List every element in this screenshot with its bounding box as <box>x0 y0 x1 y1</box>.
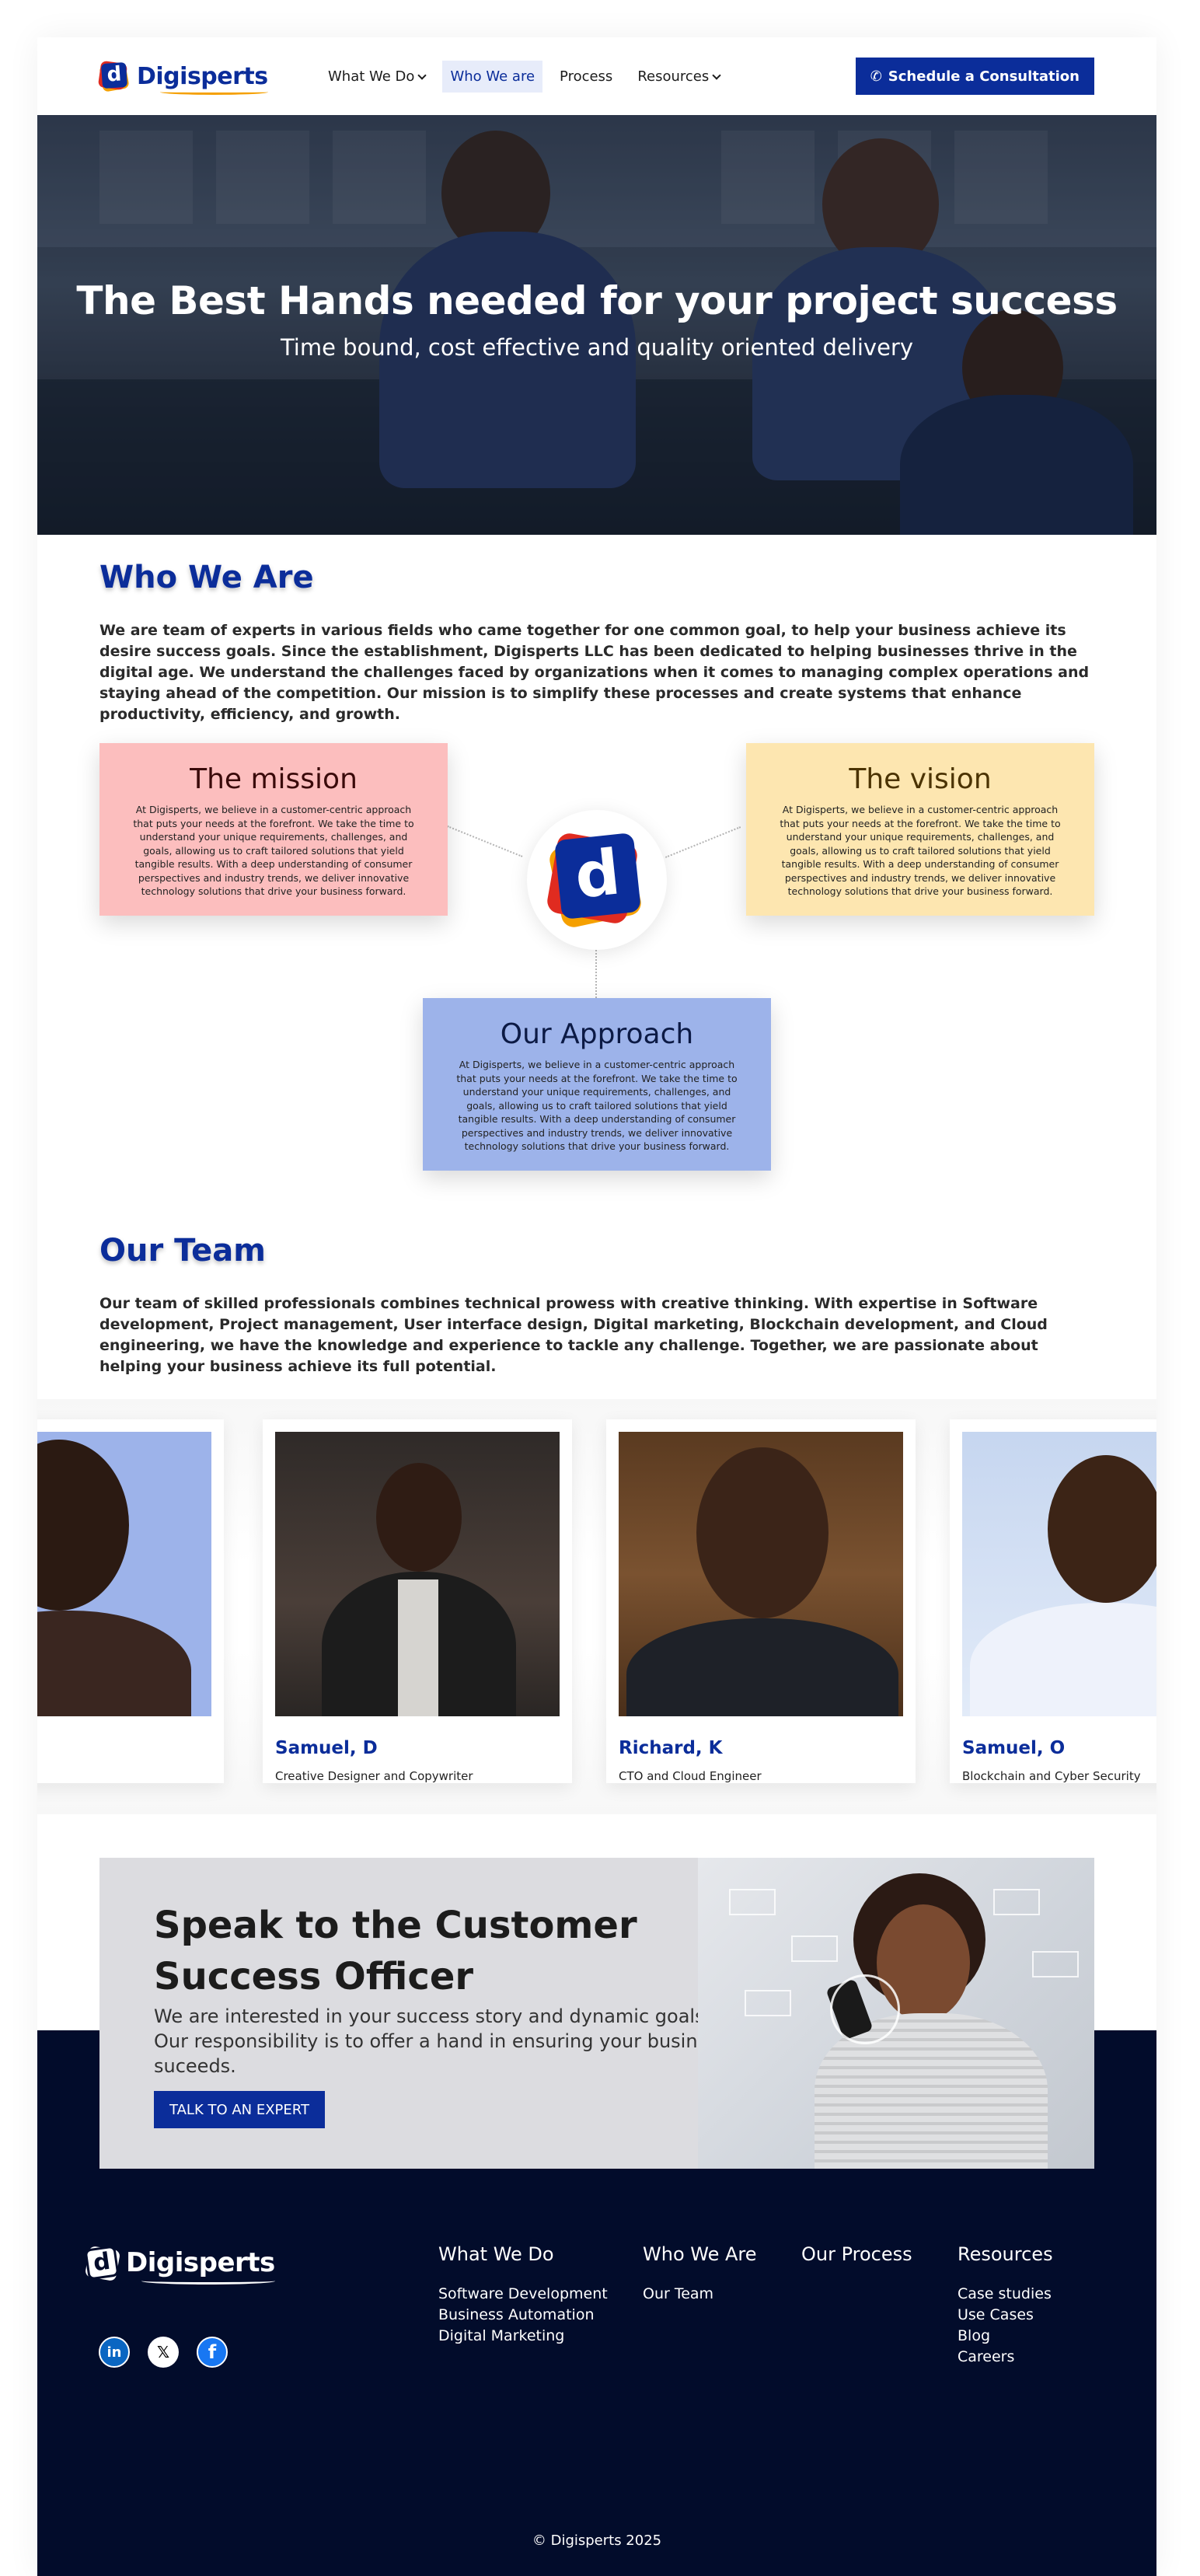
cta-photo <box>698 1858 1094 2169</box>
footer-link[interactable]: Blog <box>958 2326 1053 2347</box>
linkedin-icon[interactable]: in <box>99 2337 130 2368</box>
footer-link[interactable]: Case studies <box>958 2284 1053 2305</box>
team-member-photo <box>619 1432 903 1716</box>
footer-link[interactable]: Software Development <box>438 2284 608 2305</box>
nav-item-label: What We Do <box>328 68 415 85</box>
chevron-down-icon <box>712 70 721 80</box>
team-carousel[interactable]: er and CSO Samuel, D Creative Designer a… <box>37 1399 1156 1814</box>
our-team-text: Our team of skilled professionals combin… <box>99 1295 1048 1375</box>
team-member-role: CTO and Cloud Engineer <box>619 1769 762 1783</box>
mission-text: At Digisperts, we believe in a customer-… <box>133 804 414 897</box>
talk-to-expert-button[interactable]: TALK TO AN EXPERT <box>154 2091 325 2128</box>
footer-link[interactable]: Digital Marketing <box>438 2326 608 2347</box>
chevron-down-icon <box>417 70 427 80</box>
mission-title: The mission <box>190 763 358 795</box>
nav-item-resources[interactable]: Resources <box>630 61 727 92</box>
cta-title: Speak to the Customer Success Officer <box>154 1904 637 1998</box>
who-we-are-text: We are team of experts in various fields… <box>99 622 1090 723</box>
nav-item-label: Who We are <box>450 68 535 85</box>
approach-text: At Digisperts, we believe in a customer-… <box>456 1059 738 1152</box>
facebook-icon[interactable]: f <box>197 2337 228 2368</box>
schedule-consultation-button[interactable]: ✆ Schedule a Consultation <box>855 58 1094 95</box>
nav-menu: What We Do Who We are Process Resources <box>320 61 727 92</box>
hero-banner: The Best Hands needed for your project s… <box>37 115 1156 535</box>
phone-icon: ✆ <box>870 68 882 85</box>
nav-item-who-we-are[interactable]: Who We are <box>442 61 543 92</box>
cta-banner: Speak to the Customer Success Officer We… <box>99 1858 1094 2169</box>
team-member-card[interactable]: er and CSO <box>37 1419 224 1783</box>
footer-logo[interactable]: d Digisperts <box>84 2245 275 2285</box>
team-member-card[interactable]: Samuel, D Creative Designer and Copywrit… <box>263 1419 572 1783</box>
top-navigation: d Digisperts What We Do Who We are Proce… <box>37 37 1156 115</box>
footer-column-title: What We Do <box>438 2243 554 2265</box>
team-member-photo <box>37 1432 211 1716</box>
nav-item-what-we-do[interactable]: What We Do <box>320 61 433 92</box>
copyright: © Digisperts 2025 <box>532 2532 662 2549</box>
brand-name: Digisperts <box>137 62 268 95</box>
footer-column-what-we-do: What We Do Software Development Business… <box>438 2243 608 2347</box>
who-we-are-title: Who We Are <box>99 560 314 595</box>
logo-mark-icon: d <box>84 2245 121 2282</box>
nav-item-process[interactable]: Process <box>552 61 620 92</box>
vision-card: The vision At Digisperts, we believe in … <box>746 743 1094 916</box>
center-logo-icon: d <box>527 810 667 950</box>
footer-link[interactable]: Our Team <box>643 2284 757 2305</box>
nav-item-label: Resources <box>637 68 710 85</box>
team-member-photo <box>962 1432 1156 1716</box>
footer-brand-name: Digisperts <box>126 2247 275 2285</box>
footer-column-our-process: Our Process <box>801 2243 912 2284</box>
footer-link[interactable]: Business Automation <box>438 2305 608 2326</box>
footer-link[interactable]: Use Cases <box>958 2305 1053 2326</box>
footer-column-resources: Resources Case studies Use Cases Blog Ca… <box>958 2243 1053 2368</box>
team-member-card[interactable]: Samuel, O Blockchain and Cyber Security <box>950 1419 1156 1783</box>
footer-column-title: Who We Are <box>643 2243 757 2265</box>
approach-card: Our Approach At Digisperts, we believe i… <box>423 998 771 1171</box>
footer-column-who-we-are: Who We Are Our Team <box>643 2243 757 2305</box>
team-member-name: Samuel, O <box>962 1738 1066 1758</box>
footer-column-title[interactable]: Our Process <box>801 2243 912 2265</box>
team-member-role: Creative Designer and Copywriter <box>275 1769 473 1783</box>
hero-overlay <box>37 115 1156 535</box>
hero-subtitle: Time bound, cost effective and quality o… <box>280 334 914 361</box>
team-member-card[interactable]: Richard, K CTO and Cloud Engineer <box>606 1419 916 1783</box>
footer-column-title: Resources <box>958 2243 1053 2265</box>
team-member-name: Samuel, D <box>275 1738 378 1758</box>
mission-card: The mission At Digisperts, we believe in… <box>99 743 448 916</box>
vision-text: At Digisperts, we believe in a customer-… <box>780 804 1061 897</box>
approach-title: Our Approach <box>500 1018 694 1050</box>
team-member-name: Richard, K <box>619 1738 723 1758</box>
team-member-role: Blockchain and Cyber Security <box>962 1769 1141 1783</box>
vision-title: The vision <box>849 763 992 795</box>
cta-text: We are interested in your success story … <box>154 2005 729 2077</box>
our-team-title: Our Team <box>99 1233 266 1269</box>
connector-line <box>595 950 597 998</box>
team-member-photo <box>275 1432 560 1716</box>
button-label: Schedule a Consultation <box>888 68 1080 85</box>
logo-mark-icon: d <box>97 60 131 92</box>
x-icon[interactable]: 𝕏 <box>148 2337 179 2368</box>
brand-logo[interactable]: d Digisperts <box>97 60 268 95</box>
nav-item-label: Process <box>560 68 613 85</box>
hero-title: The Best Hands needed for your project s… <box>76 278 1118 323</box>
footer-link[interactable]: Careers <box>958 2347 1053 2368</box>
